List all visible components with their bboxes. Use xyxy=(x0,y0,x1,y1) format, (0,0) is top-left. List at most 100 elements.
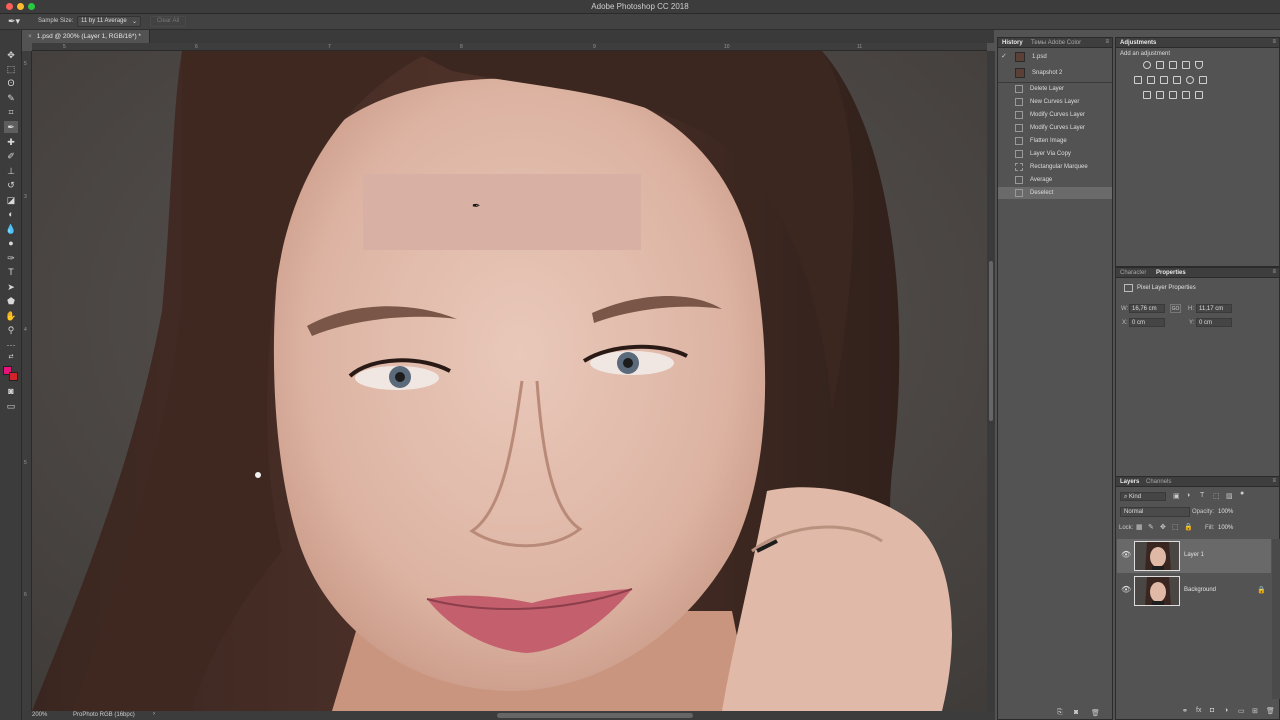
screen-mode-icon[interactable]: ▭ xyxy=(4,400,18,412)
posterize-icon[interactable] xyxy=(1156,91,1164,99)
height-field[interactable]: 11,17 cm xyxy=(1196,304,1232,313)
vertical-scrollbar[interactable] xyxy=(987,51,995,711)
eraser-tool-icon[interactable]: ◪ xyxy=(4,194,18,206)
blend-mode-select[interactable]: Normal xyxy=(1120,507,1190,517)
history-brush-source-icon[interactable]: ✓ xyxy=(1001,52,1007,60)
status-menu-chevron-icon[interactable]: › xyxy=(153,711,155,717)
y-field[interactable]: 0 cm xyxy=(1196,318,1232,327)
horizontal-scrollbar[interactable] xyxy=(497,713,693,718)
brightness-contrast-icon[interactable] xyxy=(1143,61,1151,69)
layer-filter-select[interactable]: ⌕ Kind xyxy=(1120,492,1166,501)
curves-icon[interactable] xyxy=(1169,61,1177,69)
color-balance-icon[interactable] xyxy=(1147,76,1155,84)
history-state[interactable]: Deselect xyxy=(998,187,1112,199)
more-tools-icon[interactable]: ··· xyxy=(4,339,18,351)
filter-adjustment-icon[interactable]: ◑ xyxy=(1186,492,1190,499)
history-state[interactable]: Rectangular Marquee xyxy=(998,161,1112,173)
history-brush-icon[interactable]: ↺ xyxy=(4,179,18,191)
filter-shape-icon[interactable]: ⬚ xyxy=(1213,492,1220,500)
filter-toggle-icon[interactable]: ● xyxy=(1240,490,1244,497)
document-canvas[interactable]: ✒ xyxy=(32,51,987,711)
history-state[interactable]: Layer Via Copy xyxy=(998,148,1112,160)
eyedropper-tool-icon[interactable]: ✒ xyxy=(4,121,18,133)
hue-saturation-icon[interactable] xyxy=(1134,76,1142,84)
new-adjustment-icon[interactable]: ◑ xyxy=(1224,707,1228,714)
dodge-tool-icon[interactable]: ● xyxy=(4,237,18,249)
width-field[interactable]: 16,76 cm xyxy=(1129,304,1165,313)
link-layers-icon[interactable]: ⚭ xyxy=(1182,707,1188,715)
zoom-level[interactable]: 200% xyxy=(32,712,47,718)
swap-colors-icon[interactable]: ⇄ xyxy=(4,351,18,363)
lock-position-icon[interactable]: ✥ xyxy=(1160,523,1166,531)
tab-layers[interactable]: Layers xyxy=(1120,479,1139,485)
move-tool-icon[interactable]: ✥ xyxy=(4,49,18,61)
zoom-tool-icon[interactable]: ⚲ xyxy=(4,324,18,336)
visibility-eye-icon[interactable]: 👁 xyxy=(1121,585,1131,594)
add-mask-icon[interactable]: ◘ xyxy=(1210,707,1214,714)
tab-character[interactable]: Character xyxy=(1120,270,1146,276)
panel-menu-icon[interactable]: ≡ xyxy=(1272,269,1276,275)
history-state[interactable]: Modify Curves Layer xyxy=(998,109,1112,121)
panel-menu-icon[interactable]: ≡ xyxy=(1272,39,1276,45)
exposure-icon[interactable] xyxy=(1182,61,1190,69)
tab-channels[interactable]: Channels xyxy=(1146,479,1171,485)
lock-pixels-icon[interactable]: ▦ xyxy=(1136,523,1143,531)
lasso-tool-icon[interactable]: ʘ xyxy=(4,77,18,89)
filter-pixel-icon[interactable]: ▣ xyxy=(1173,492,1180,500)
delete-state-icon[interactable]: 🗑 xyxy=(1091,709,1100,717)
history-state[interactable]: Flatten Image xyxy=(998,135,1112,147)
layer-style-icon[interactable]: fx xyxy=(1196,707,1201,714)
color-lookup-icon[interactable] xyxy=(1199,76,1207,84)
threshold-icon[interactable] xyxy=(1169,91,1177,99)
layers-scrollbar[interactable] xyxy=(1272,539,1280,699)
shape-tool-icon[interactable]: ⬟ xyxy=(4,295,18,307)
invert-icon[interactable] xyxy=(1143,91,1151,99)
hand-tool-icon[interactable]: ✋ xyxy=(4,310,18,322)
selective-color-icon[interactable] xyxy=(1182,91,1190,99)
opacity-value[interactable]: 100% xyxy=(1218,509,1233,515)
eyedropper-preset-icon[interactable]: ✒▾ xyxy=(8,16,28,28)
clear-all-button[interactable]: Clear All xyxy=(150,16,186,27)
photo-filter-icon[interactable] xyxy=(1173,76,1181,84)
visibility-eye-icon[interactable]: 👁 xyxy=(1121,550,1131,559)
tab-history[interactable]: History xyxy=(1002,40,1023,46)
layer-name[interactable]: Layer 1 xyxy=(1184,552,1204,558)
history-snapshot[interactable]: ✓ 1.psd xyxy=(998,50,1112,65)
panel-menu-icon[interactable]: ≡ xyxy=(1105,39,1109,45)
filter-smart-object-icon[interactable]: ▨ xyxy=(1226,492,1233,500)
history-state[interactable]: Delete Layer xyxy=(998,83,1112,95)
blur-tool-icon[interactable]: 💧 xyxy=(4,223,18,235)
tab-properties[interactable]: Properties xyxy=(1156,270,1186,276)
quick-select-tool-icon[interactable]: ✎ xyxy=(4,92,18,104)
delete-layer-icon[interactable]: 🗑 xyxy=(1266,707,1275,715)
tab-adobe-color-themes[interactable]: Темы Adobe Color xyxy=(1031,40,1081,46)
levels-icon[interactable] xyxy=(1156,61,1164,69)
channel-mixer-icon[interactable] xyxy=(1186,76,1194,84)
history-state[interactable]: Average xyxy=(998,174,1112,186)
vibrance-icon[interactable] xyxy=(1195,61,1203,69)
tab-adjustments[interactable]: Adjustments xyxy=(1120,40,1156,46)
healing-brush-icon[interactable]: ✚ xyxy=(4,136,18,148)
crop-tool-icon[interactable]: ⌗ xyxy=(4,106,18,118)
document-tab[interactable]: × 1.psd @ 200% (Layer 1, RGB/16*) * xyxy=(22,30,150,43)
fill-value[interactable]: 100% xyxy=(1218,525,1233,531)
history-state[interactable]: New Curves Layer xyxy=(998,96,1112,108)
marquee-tool-icon[interactable]: ⬚ xyxy=(4,63,18,75)
gradient-tool-icon[interactable]: ◐ xyxy=(4,208,18,220)
background-color-swatch[interactable] xyxy=(9,372,18,381)
new-layer-icon[interactable]: ⊞ xyxy=(1252,707,1258,715)
gradient-map-icon[interactable] xyxy=(1195,91,1203,99)
new-snapshot-icon[interactable]: ◙ xyxy=(1074,709,1078,716)
lock-artboard-icon[interactable]: ⬚ xyxy=(1172,523,1179,531)
clone-stamp-icon[interactable]: ⊥ xyxy=(4,165,18,177)
quick-mask-icon[interactable]: ◙ xyxy=(4,385,18,397)
x-field[interactable]: 0 cm xyxy=(1129,318,1165,327)
new-document-from-state-icon[interactable]: ⎘ xyxy=(1057,709,1063,717)
type-tool-icon[interactable]: T xyxy=(4,266,18,278)
link-dimensions-button[interactable]: GO xyxy=(1170,304,1181,313)
history-state[interactable]: Modify Curves Layer xyxy=(998,122,1112,134)
layer-row[interactable]: 👁 Layer 1 xyxy=(1117,539,1271,573)
layer-row[interactable]: 👁 Background 🔒 xyxy=(1117,574,1271,608)
lock-image-icon[interactable]: ✎ xyxy=(1148,523,1154,531)
lock-all-icon[interactable]: 🔒 xyxy=(1184,523,1193,531)
